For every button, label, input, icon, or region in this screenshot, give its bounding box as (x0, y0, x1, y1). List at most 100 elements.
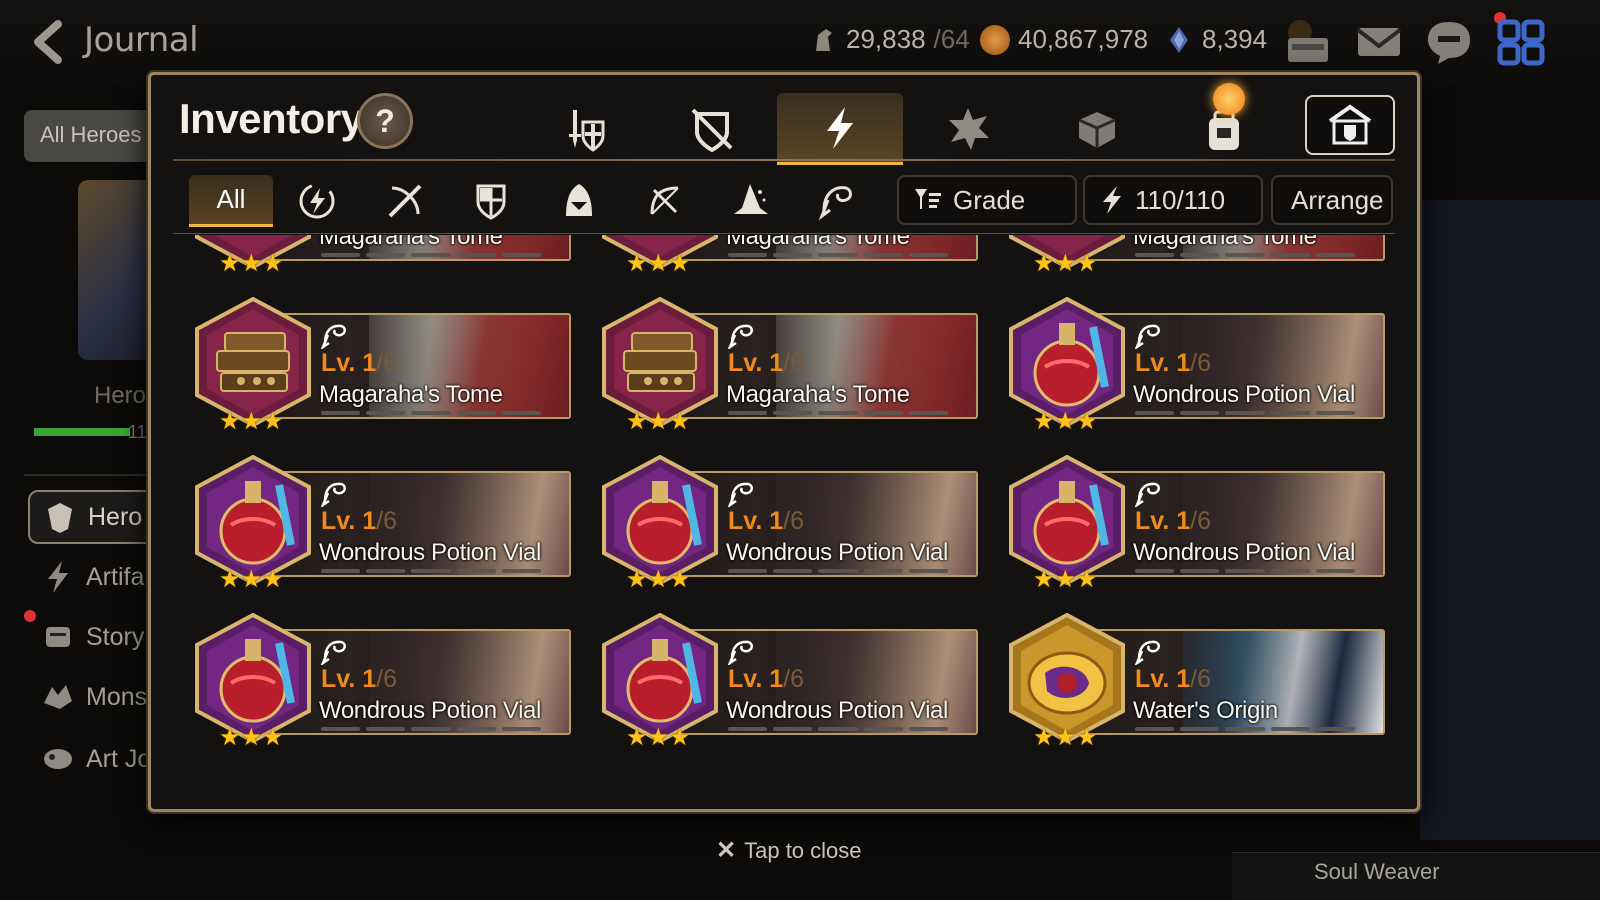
artifact-name: Wondrous Potion Vial (726, 539, 948, 566)
mail-icon[interactable] (1354, 18, 1404, 66)
chat-icon[interactable] (1424, 18, 1474, 66)
sort-filter-icon (915, 189, 941, 209)
artifact-name: Magaraha's Tome (726, 235, 910, 250)
artifact-card[interactable]: Magaraha's Tome ★★★ (598, 235, 978, 277)
artifact-card[interactable]: Lv. 1/6 Wondrous Potion Vial ★★★ (598, 613, 978, 751)
soul-weaver-label[interactable]: Soul Weaver (1232, 852, 1600, 900)
artifact-card[interactable]: Magaraha's Tome ★★★ (191, 235, 571, 277)
star-rating: ★★★ (1033, 724, 1098, 751)
category-warrior[interactable] (363, 175, 447, 227)
artifact-name: Water's Origin (1133, 697, 1278, 724)
back-arrow-icon[interactable] (28, 18, 72, 66)
soul-weaver-class-icon (320, 324, 346, 349)
substat-bars (321, 411, 542, 415)
artifact-lightning-icon (827, 106, 853, 149)
substat-bars (728, 727, 949, 731)
equipment-icon (691, 108, 733, 153)
soul-weaver-class-icon (320, 482, 346, 507)
artifact-level: Lv. 1/6 (321, 349, 397, 377)
tab-artifacts[interactable] (777, 93, 903, 165)
category-knight[interactable] (449, 175, 533, 227)
header-divider (173, 159, 1395, 161)
material-box-icon (1078, 112, 1116, 148)
artifact-card[interactable]: Lv. 1/6 Wondrous Potion Vial ★★★ (191, 613, 571, 751)
capacity-indicator[interactable]: 110/110 (1083, 175, 1263, 225)
monster-icon (44, 685, 72, 709)
tab-weapons[interactable] (521, 93, 647, 165)
category-all[interactable]: All (189, 175, 273, 227)
sidebar-item-story[interactable]: Story (28, 610, 158, 664)
substat-bars (321, 727, 542, 731)
skystone-counter[interactable]: 8,394 (1164, 24, 1267, 55)
substat-bars (1135, 569, 1356, 573)
sidebar-item-artifact[interactable]: Artifa (28, 550, 158, 604)
star-rating: ★★★ (626, 408, 691, 435)
gold-counter[interactable]: 40,867,978 (980, 24, 1148, 55)
all-heroes-filter[interactable]: All Heroes (24, 110, 164, 162)
tap-to-close[interactable]: ✕ Tap to close (716, 836, 862, 865)
soul-weaver-class-icon (1134, 324, 1160, 349)
tab-materials[interactable] (1033, 93, 1159, 165)
star-rating: ★★★ (219, 566, 284, 593)
substat-bars (1135, 411, 1356, 415)
tab-catalysts[interactable] (905, 93, 1031, 165)
category-thief[interactable] (537, 175, 621, 227)
artifact-card[interactable]: Lv. 1/6 Magaraha's Tome ★★★ (598, 297, 978, 435)
artifact-level: Lv. 1/6 (728, 507, 804, 535)
sidebar-item-monster[interactable]: Mons (28, 670, 158, 724)
storehouse-button[interactable] (1305, 95, 1395, 155)
soul-weaver-class-icon (1134, 640, 1160, 665)
tab-equipment[interactable] (649, 93, 775, 165)
sidebar-divider (24, 474, 154, 476)
artifact-icon (48, 561, 68, 593)
stamina-counter[interactable]: 29,838/64 (808, 24, 970, 55)
knight-shield-icon (476, 184, 506, 220)
category-mage[interactable] (709, 175, 793, 227)
soul-weaver-class-icon (727, 324, 753, 349)
arrange-button[interactable]: Arrange (1271, 175, 1393, 225)
artifact-name: Wondrous Potion Vial (319, 539, 541, 566)
thief-icon (566, 184, 592, 216)
substat-bars (728, 253, 949, 257)
artifact-card[interactable]: Magaraha's Tome ★★★ (1005, 235, 1385, 277)
shop-icon[interactable] (1282, 18, 1332, 66)
artifact-card[interactable]: Lv. 1/6 Wondrous Potion Vial ★★★ (1005, 455, 1385, 593)
category-ranger[interactable] (623, 175, 707, 227)
soul-weaver-icon (818, 186, 852, 221)
warrior-icon (388, 184, 422, 218)
artifact-card[interactable]: Lv. 1/6 Wondrous Potion Vial ★★★ (191, 455, 571, 593)
hero-icon (48, 503, 72, 533)
artifact-card[interactable]: Lv. 1/6 Water's Origin ★★★ (1005, 613, 1385, 751)
background-panel (1420, 200, 1600, 840)
stamina-horse-icon (816, 28, 832, 51)
art-icon (44, 749, 72, 769)
gold-coin-icon (980, 24, 1010, 55)
scroll-icon (46, 627, 70, 647)
close-icon: ✕ (716, 837, 737, 864)
page-title: Journal (84, 20, 199, 60)
star-rating: ★★★ (1033, 566, 1098, 593)
artifact-card[interactable]: Lv. 1/6 Wondrous Potion Vial ★★★ (1005, 297, 1385, 435)
top-bar: Journal 29,838/64 40,867,978 8,394 (0, 0, 1600, 82)
hero-progress-bar (34, 428, 130, 436)
artifact-card[interactable]: Lv. 1/6 Wondrous Potion Vial ★★★ (598, 455, 978, 593)
sidebar-item-hero[interactable]: Hero (28, 490, 158, 544)
artifact-card[interactable]: Lv. 1/6 Magaraha's Tome ★★★ (191, 297, 571, 435)
category-soul-weaver[interactable] (795, 175, 879, 227)
frame-corner (1406, 75, 1417, 86)
star-rating: ★★★ (219, 408, 284, 435)
substat-bars (1135, 727, 1356, 731)
hero-progress-value: 11 (128, 422, 147, 442)
category-universal[interactable] (275, 175, 359, 227)
filter-divider (173, 233, 1395, 234)
frame-corner (151, 75, 162, 86)
substat-bars (1135, 253, 1356, 257)
category-filter-row: All Grade 110/110 Arrange (189, 175, 1399, 227)
grade-sort-button[interactable]: Grade (897, 175, 1077, 225)
soul-weaver-class-icon (727, 482, 753, 507)
hero-progress-label: Hero (94, 382, 147, 409)
menu-grid-icon[interactable] (1496, 18, 1546, 66)
star-rating: ★★★ (626, 724, 691, 751)
sidebar-item-art[interactable]: Art Jo (28, 732, 158, 786)
star-rating: ★★★ (626, 566, 691, 593)
